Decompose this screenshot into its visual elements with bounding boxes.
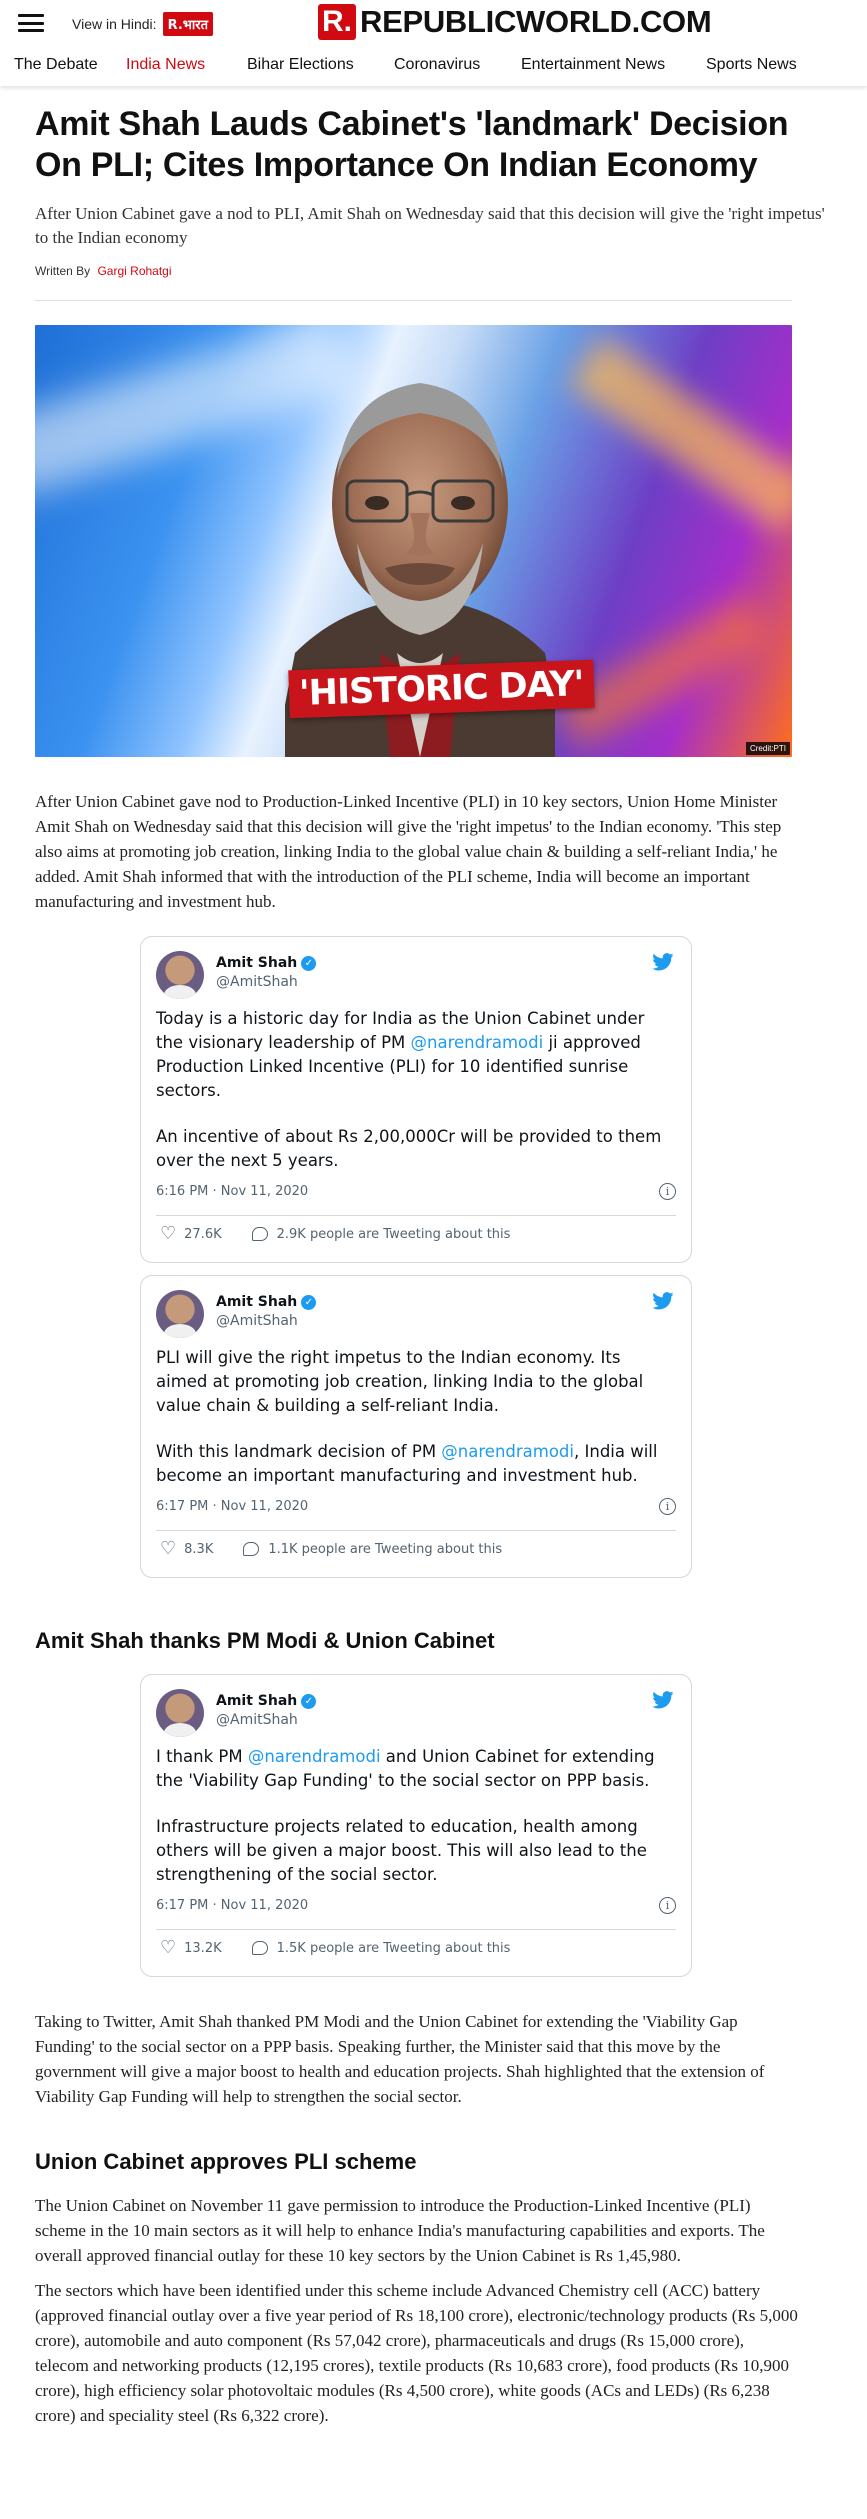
tweet-text: PLI will give the right impetus to the I…	[156, 1346, 676, 1488]
tweet-time-text: 6:17 PM · Nov 11, 2020	[156, 1499, 309, 1514]
hero-image: 'HISTORIC DAY' Credit:PTI	[35, 325, 792, 757]
info-icon[interactable]: i	[659, 1897, 676, 1914]
tweet-time-text: 6:17 PM · Nov 11, 2020	[156, 1898, 309, 1913]
tweet-actions: ♡ 13.2K 1.5K people are Tweeting about th…	[156, 1930, 676, 1966]
hamburger-icon[interactable]	[18, 14, 44, 32]
image-credit: Credit:PTI	[745, 742, 790, 755]
paragraph-3: The Union Cabinet on November 11 gave pe…	[35, 2196, 765, 2265]
mention-link[interactable]: @narendramodi	[411, 1033, 544, 1052]
tweet-text: I thank PM @narendramodi and Union Cabin…	[156, 1745, 676, 1887]
site-logo[interactable]: R. REPUBLICWORLD.COM	[318, 4, 712, 40]
reply-button[interactable]: 2.9K people are Tweeting about this	[251, 1226, 511, 1242]
tweet-header: Amit Shah ✓ @AmitShah	[156, 1689, 676, 1741]
divider	[35, 300, 792, 301]
hindi-link[interactable]: View in Hindi: R.भारत	[72, 12, 213, 36]
paragraph-2: Taking to Twitter, Amit Shah thanked PM …	[35, 2012, 765, 2106]
republic-bharat-logo[interactable]: R.भारत	[162, 12, 213, 36]
byline: Written By Gargi Rohatgi	[35, 264, 832, 278]
like-count: 27.6K	[184, 1226, 222, 1242]
tweet-handle[interactable]: @AmitShah	[216, 1712, 298, 1728]
tweet-author-name[interactable]: Amit Shah ✓	[216, 1693, 317, 1709]
nav-item-india-news[interactable]: India News	[126, 52, 247, 78]
tweet-actions: ♡ 8.3K 1.1K people are Tweeting about thi…	[156, 1531, 676, 1567]
tweet-text-part: An incentive of about Rs 2,00,000Cr will…	[156, 1127, 662, 1170]
author-link[interactable]: Gargi Rohatgi	[97, 264, 171, 278]
tweet-actions: ♡ 27.6K 2.9K people are Tweeting about th…	[156, 1216, 676, 1252]
main-nav: The Debate India News Bihar Elections Co…	[0, 52, 867, 78]
avatar[interactable]	[156, 1290, 204, 1338]
paragraph-1: After Union Cabinet gave nod to Producti…	[35, 792, 782, 911]
nav-item-entertainment-news[interactable]: Entertainment News	[521, 52, 706, 78]
tweet-author-name[interactable]: Amit Shah ✓	[216, 955, 317, 971]
tweet-name-text: Amit Shah	[216, 955, 298, 971]
avatar[interactable]	[156, 951, 204, 999]
article-title: Amit Shah Lauds Cabinet's 'landmark' Dec…	[35, 105, 789, 184]
twitter-bird-icon[interactable]	[652, 1292, 674, 1310]
site-header: View in Hindi: R.भारत R. REPUBLICWORLD.C…	[0, 0, 867, 86]
reply-count: 1.5K people are Tweeting about this	[276, 1940, 511, 1956]
embedded-tweet-1[interactable]: Amit Shah ✓ @AmitShah Today is a histori…	[140, 936, 692, 1263]
like-count: 8.3K	[184, 1541, 214, 1557]
brand-mark: R.	[318, 4, 356, 40]
tweet-name-text: Amit Shah	[216, 1693, 298, 1709]
info-icon[interactable]: i	[659, 1183, 676, 1200]
tweet-timestamp[interactable]: 6:17 PM · Nov 11, 2020 i	[156, 1895, 676, 1917]
mention-link[interactable]: @narendramodi	[248, 1747, 381, 1766]
embedded-tweet-2[interactable]: Amit Shah ✓ @AmitShah PLI will give the …	[140, 1275, 692, 1578]
section-heading-1: Amit Shah thanks PM Modi & Union Cabinet	[35, 1628, 495, 1653]
like-count: 13.2K	[184, 1940, 222, 1956]
tweet-header: Amit Shah ✓ @AmitShah	[156, 1290, 676, 1342]
reply-count: 1.1K people are Tweeting about this	[268, 1541, 503, 1557]
byline-prefix: Written By	[35, 264, 91, 278]
tweet-header: Amit Shah ✓ @AmitShah	[156, 951, 676, 1003]
article-dek: After Union Cabinet gave a nod to PLI, A…	[35, 204, 825, 247]
nav-item-bihar-elections[interactable]: Bihar Elections	[247, 52, 394, 78]
reply-button[interactable]: 1.5K people are Tweeting about this	[251, 1940, 511, 1956]
article-body-2: Taking to Twitter, Amit Shah thanked PM …	[35, 2009, 800, 2109]
tweet-text-part: Infrastructure projects related to educa…	[156, 1817, 647, 1884]
heart-icon: ♡	[160, 1223, 177, 1244]
twitter-bird-icon[interactable]	[652, 1691, 674, 1709]
tweet-text-part: With this landmark decision of PM	[156, 1442, 442, 1461]
article: Amit Shah Lauds Cabinet's 'landmark' Dec…	[0, 86, 867, 2428]
info-icon[interactable]: i	[659, 1498, 676, 1515]
embedded-tweet-3[interactable]: Amit Shah ✓ @AmitShah I thank PM @narend…	[140, 1674, 692, 1977]
twitter-bird-icon[interactable]	[652, 953, 674, 971]
article-body-3: The Union Cabinet on November 11 gave pe…	[35, 2193, 800, 2428]
section-heading-2: Union Cabinet approves PLI scheme	[35, 2149, 417, 2174]
nav-item-coronavirus[interactable]: Coronavirus	[394, 52, 521, 78]
reply-icon	[243, 1542, 260, 1556]
reply-count: 2.9K people are Tweeting about this	[276, 1226, 511, 1242]
verified-badge-icon: ✓	[301, 955, 317, 971]
tweet-text-part: PLI will give the right impetus to the I…	[156, 1348, 644, 1415]
like-button[interactable]: ♡ 27.6K	[160, 1225, 222, 1243]
nav-item-sports-news[interactable]: Sports News	[706, 52, 816, 78]
tweet-timestamp[interactable]: 6:16 PM · Nov 11, 2020 i	[156, 1181, 676, 1203]
nav-item-the-debate[interactable]: The Debate	[14, 52, 126, 78]
tweet-handle[interactable]: @AmitShah	[216, 1313, 298, 1329]
tweet-author-name[interactable]: Amit Shah ✓	[216, 1294, 317, 1310]
tweet-time-text: 6:16 PM · Nov 11, 2020	[156, 1184, 309, 1199]
tweet-timestamp[interactable]: 6:17 PM · Nov 11, 2020 i	[156, 1496, 676, 1518]
reply-button[interactable]: 1.1K people are Tweeting about this	[243, 1542, 502, 1557]
reply-icon	[251, 1941, 268, 1955]
verified-badge-icon: ✓	[301, 1294, 317, 1310]
brand-name: REPUBLICWORLD.COM	[360, 4, 712, 39]
article-body-1: After Union Cabinet gave nod to Producti…	[35, 789, 800, 914]
mention-link[interactable]: @narendramodi	[441, 1442, 574, 1461]
like-button[interactable]: ♡ 8.3K	[160, 1540, 213, 1558]
hindi-label: View in Hindi:	[72, 16, 157, 32]
reply-icon	[251, 1227, 268, 1241]
tweet-text-part: I thank PM	[156, 1747, 248, 1766]
heart-icon: ♡	[160, 1937, 177, 1958]
tweet-handle[interactable]: @AmitShah	[216, 974, 298, 990]
heart-icon: ♡	[160, 1538, 177, 1559]
verified-badge-icon: ✓	[301, 1693, 317, 1709]
like-button[interactable]: ♡ 13.2K	[160, 1939, 222, 1957]
paragraph-4: The sectors which have been identified u…	[35, 2281, 798, 2425]
tweet-text: Today is a historic day for India as the…	[156, 1007, 676, 1173]
tweet-name-text: Amit Shah	[216, 1294, 298, 1310]
avatar[interactable]	[156, 1689, 204, 1737]
